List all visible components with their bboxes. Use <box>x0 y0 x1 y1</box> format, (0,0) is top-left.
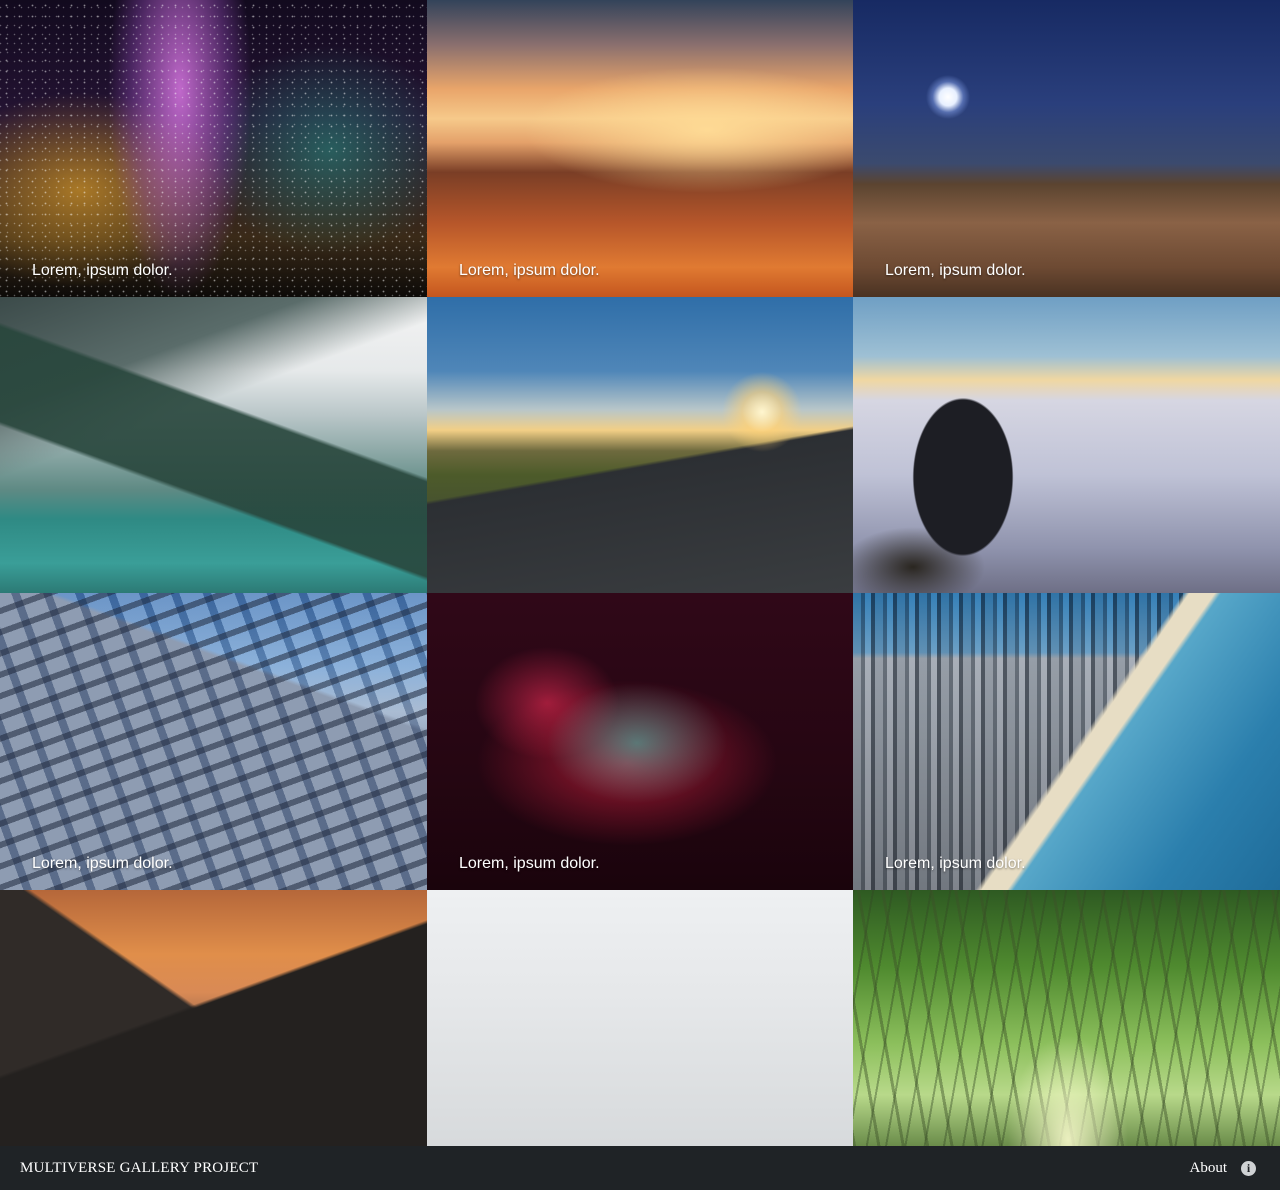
tile-caption: Lorem, ipsum dolor. <box>32 262 173 279</box>
gallery-tile-sunset-clouds[interactable]: Lorem, ipsum dolor. <box>427 0 853 297</box>
gallery-tile-man-above-clouds[interactable] <box>853 297 1280 593</box>
site-title[interactable]: MULTIVERSE GALLERY PROJECT <box>20 1160 258 1177</box>
gallery-tile-person-beanie[interactable] <box>427 890 853 1146</box>
about-button[interactable]: About i <box>1190 1160 1261 1177</box>
photo-night-desert <box>853 0 1280 297</box>
stars-overlay <box>0 0 427 297</box>
photo-sunset-clouds <box>427 0 853 297</box>
tile-caption: Lorem, ipsum dolor. <box>459 855 600 872</box>
info-icon[interactable]: i <box>1241 1160 1256 1176</box>
tile-caption: Lorem, ipsum dolor. <box>885 855 1026 872</box>
photo-mountain-lake <box>0 297 427 593</box>
gallery-tile-orange-mountains[interactable] <box>0 890 427 1146</box>
footer-bar: MULTIVERSE GALLERY PROJECT About i <box>0 1146 1280 1190</box>
photo-coastal-city <box>853 593 1280 890</box>
photo-man-above-clouds <box>853 297 1280 593</box>
tile-caption: Lorem, ipsum dolor. <box>885 262 1026 279</box>
gallery-tile-building[interactable]: Lorem, ipsum dolor. <box>0 593 427 890</box>
photo-hands <box>427 593 853 890</box>
gallery-tile-road-sunset[interactable] <box>427 297 853 593</box>
gallery-tile-hands[interactable]: Lorem, ipsum dolor. <box>427 593 853 890</box>
gallery-grid: Lorem, ipsum dolor. Lorem, ipsum dolor. … <box>0 0 1280 1146</box>
photo-person-beanie <box>427 890 853 1146</box>
photo-bamboo-forest <box>853 890 1280 1146</box>
photo-road-sunset <box>427 297 853 593</box>
gallery-tile-coastal-city[interactable]: Lorem, ipsum dolor. <box>853 593 1280 890</box>
about-label: About <box>1189 1159 1228 1176</box>
gallery-tile-milky-way[interactable]: Lorem, ipsum dolor. <box>0 0 427 297</box>
photo-building <box>0 593 427 890</box>
gallery-tile-bamboo-forest[interactable] <box>853 890 1280 1146</box>
tile-caption: Lorem, ipsum dolor. <box>32 855 173 872</box>
gallery-tile-night-desert[interactable]: Lorem, ipsum dolor. <box>853 0 1280 297</box>
tile-caption: Lorem, ipsum dolor. <box>459 262 600 279</box>
photo-orange-mountains <box>0 890 427 1146</box>
gallery-tile-mountain-lake[interactable] <box>0 297 427 593</box>
